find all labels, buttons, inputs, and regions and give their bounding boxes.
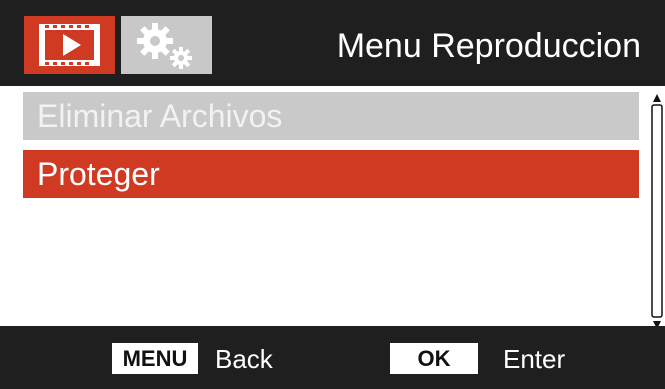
dashcam-screen: Menu Reproduccion Eliminar Archivos Prot… <box>0 0 665 389</box>
settings-gears-icon <box>137 23 192 69</box>
tab-settings[interactable] <box>121 16 212 74</box>
menu-key-badge[interactable]: MENU <box>112 343 198 374</box>
menu-list: Eliminar Archivos Proteger <box>0 86 665 329</box>
ok-key-badge[interactable]: OK <box>390 343 478 374</box>
play-video-icon <box>39 24 100 66</box>
scrollbar[interactable] <box>650 94 664 330</box>
page-title: Menu Reproduccion <box>336 27 641 65</box>
header-bar: Menu Reproduccion <box>0 0 665 86</box>
footer-bar: MENU Back OK Enter <box>0 326 665 389</box>
tab-playback[interactable] <box>24 16 115 74</box>
menu-item-proteger[interactable]: Proteger <box>23 150 639 198</box>
scroll-track <box>651 104 663 318</box>
back-action-label: Back <box>215 344 273 374</box>
enter-action-label: Enter <box>503 344 566 374</box>
scroll-up-arrow-icon <box>653 94 661 102</box>
menu-item-eliminar-archivos[interactable]: Eliminar Archivos <box>23 92 639 140</box>
